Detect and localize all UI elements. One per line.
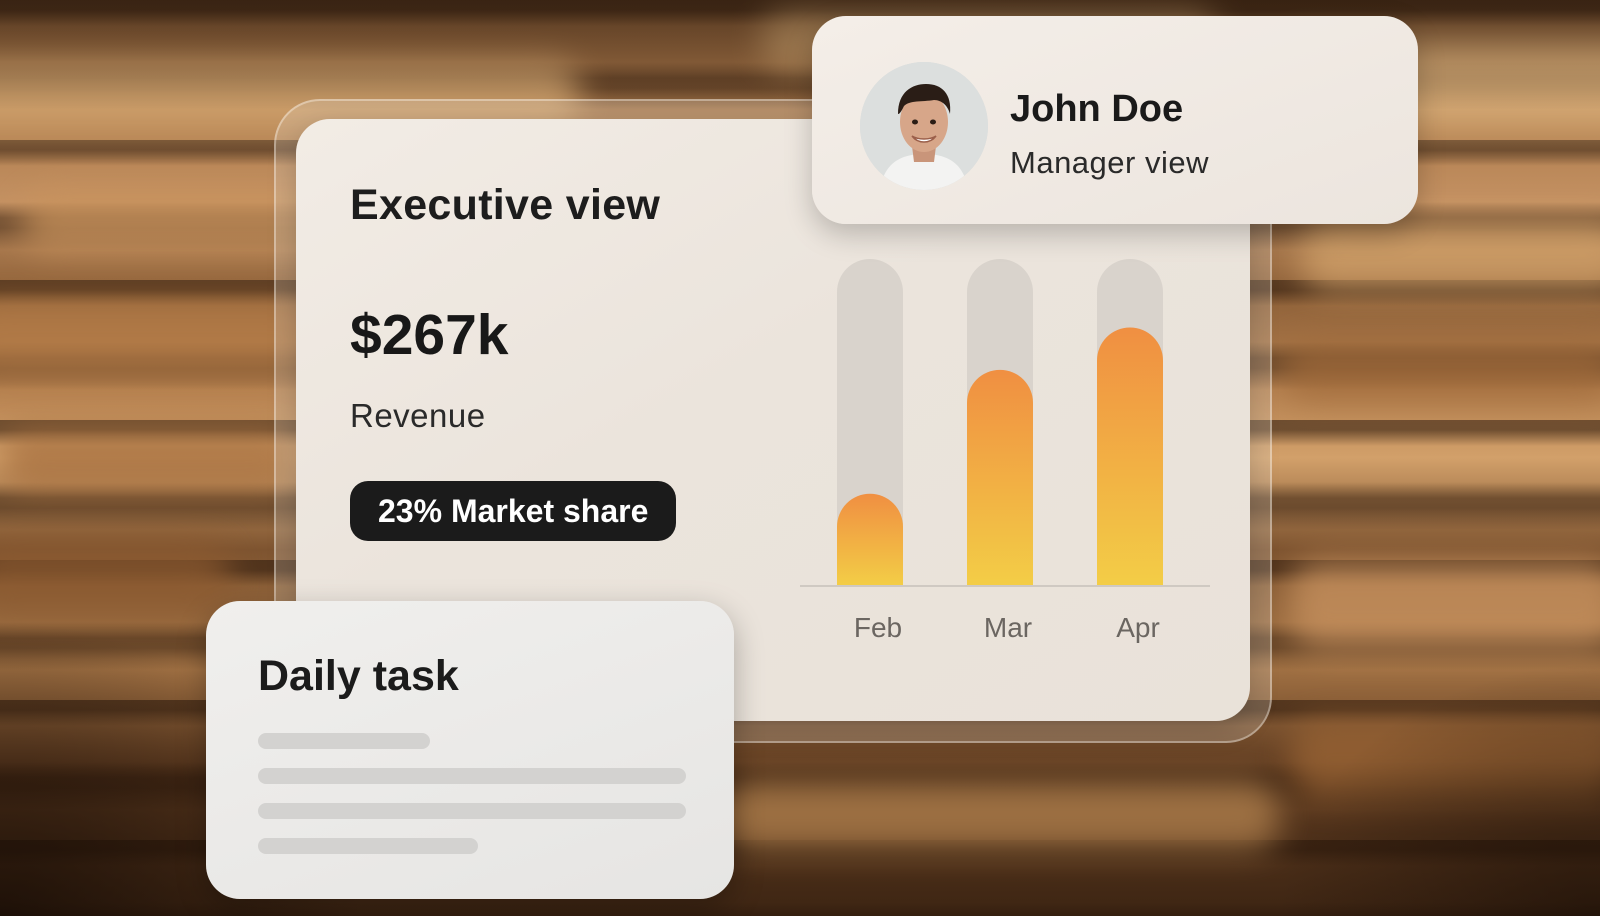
- profile-card[interactable]: John Doe Manager view: [812, 16, 1418, 224]
- person-portrait-icon: [860, 62, 988, 190]
- profile-name: John Doe: [1010, 88, 1184, 130]
- daily-task-card[interactable]: Daily task: [206, 601, 734, 899]
- daily-task-title: Daily task: [258, 652, 459, 700]
- bar-mar: [967, 369, 1033, 585]
- x-tick-label-mar: Mar: [983, 612, 1033, 643]
- task-placeholder-line: [258, 803, 686, 819]
- task-placeholder-line: [258, 733, 430, 749]
- bar-feb: [837, 493, 903, 585]
- revenue-bar-chart: Feb Mar Apr: [800, 259, 1210, 659]
- bar-chart-svg: [800, 259, 1210, 587]
- avatar: [860, 62, 988, 190]
- revenue-value: $267k: [350, 303, 509, 367]
- bar-apr: [1097, 327, 1163, 585]
- revenue-label: Revenue: [350, 397, 486, 434]
- executive-view-title: Executive view: [350, 181, 661, 229]
- task-placeholder-line: [258, 768, 686, 784]
- task-placeholder-line: [258, 838, 478, 854]
- profile-role: Manager view: [1010, 145, 1209, 180]
- x-tick-label-apr: Apr: [1116, 612, 1160, 643]
- market-share-badge: 23% Market share: [350, 481, 677, 541]
- x-tick-label-feb: Feb: [853, 612, 903, 643]
